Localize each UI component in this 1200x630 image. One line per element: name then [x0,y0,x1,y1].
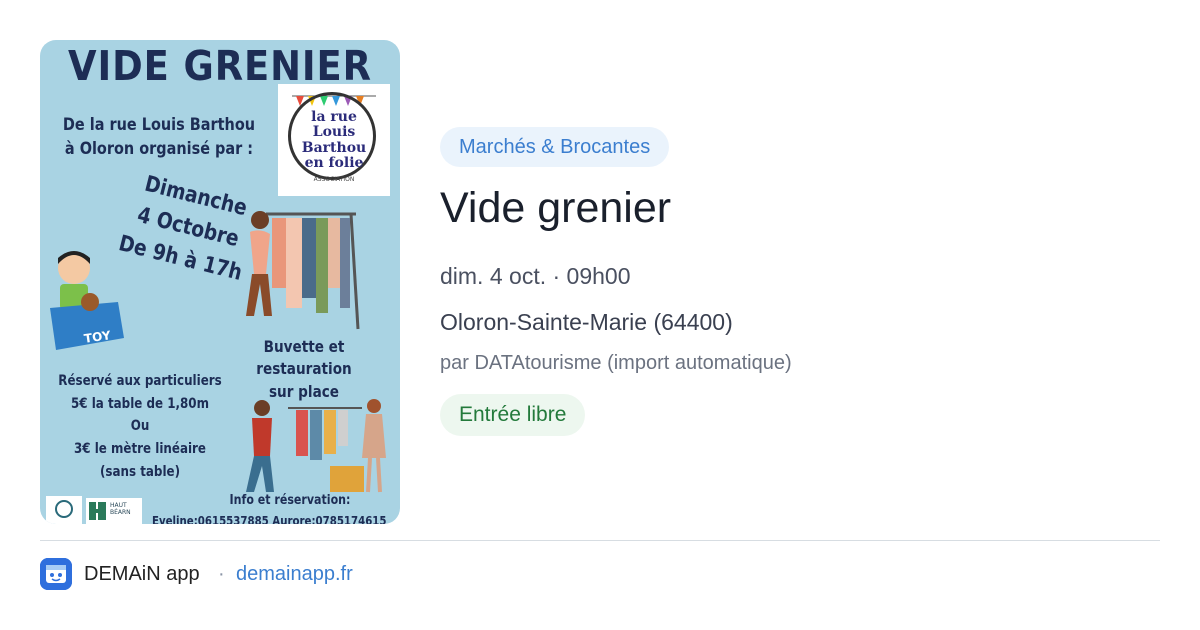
town-logo [46,496,82,524]
footer-divider [40,540,1160,541]
poster-phones-text: Eveline:0615537885 Aurore:0785174615 [152,514,387,524]
town-emblem-icon [55,500,73,518]
logo-subtext: ASSOCIATION [313,176,355,183]
clothes-rack-illustration [246,211,360,330]
app-website-link[interactable]: demainapp.fr [236,563,353,586]
haut-bearn-logo: HAUT BÉARN [86,498,142,524]
event-location: Oloron-Sainte-Marie (64400) [440,309,733,335]
app-name: DEMAiN app [84,563,200,585]
haut-bearn-text: HAUT BÉARN [110,502,131,517]
haut-bearn-mark-icon [89,502,106,520]
price-badge: Entrée libre [440,394,586,436]
category-tag[interactable]: Marchés & Brocantes [440,127,670,167]
poster-buvette-text: Buvette et restauration sur place [256,337,352,401]
event-title: Vide grenier [440,184,672,232]
association-logo: la rue Louis Barthou en folie ASSOCIATIO… [278,84,390,196]
event-poster-image: VIDE GRENIER De la rue Louis Barthou à O… [40,40,400,524]
shoppers-illustration [246,399,386,493]
footer-separator: · [218,563,225,585]
poster-pricing-text: Réservé aux particuliers 5€ la table de … [58,373,222,480]
logo-text: la rue Louis Barthou en folie [301,109,367,172]
demain-app-icon [40,558,72,590]
poster-title: VIDE GRENIER [68,42,372,90]
poster-organizer-text: De la rue Louis Barthou à Oloron organis… [62,115,256,159]
demain-logo-icon [40,558,72,590]
poster-info-text: Info et réservation: [229,493,351,508]
event-datetime: dim. 4 oct. · 09h00 [440,263,631,289]
event-source: par DATAtourisme (import automatique) [440,352,792,374]
